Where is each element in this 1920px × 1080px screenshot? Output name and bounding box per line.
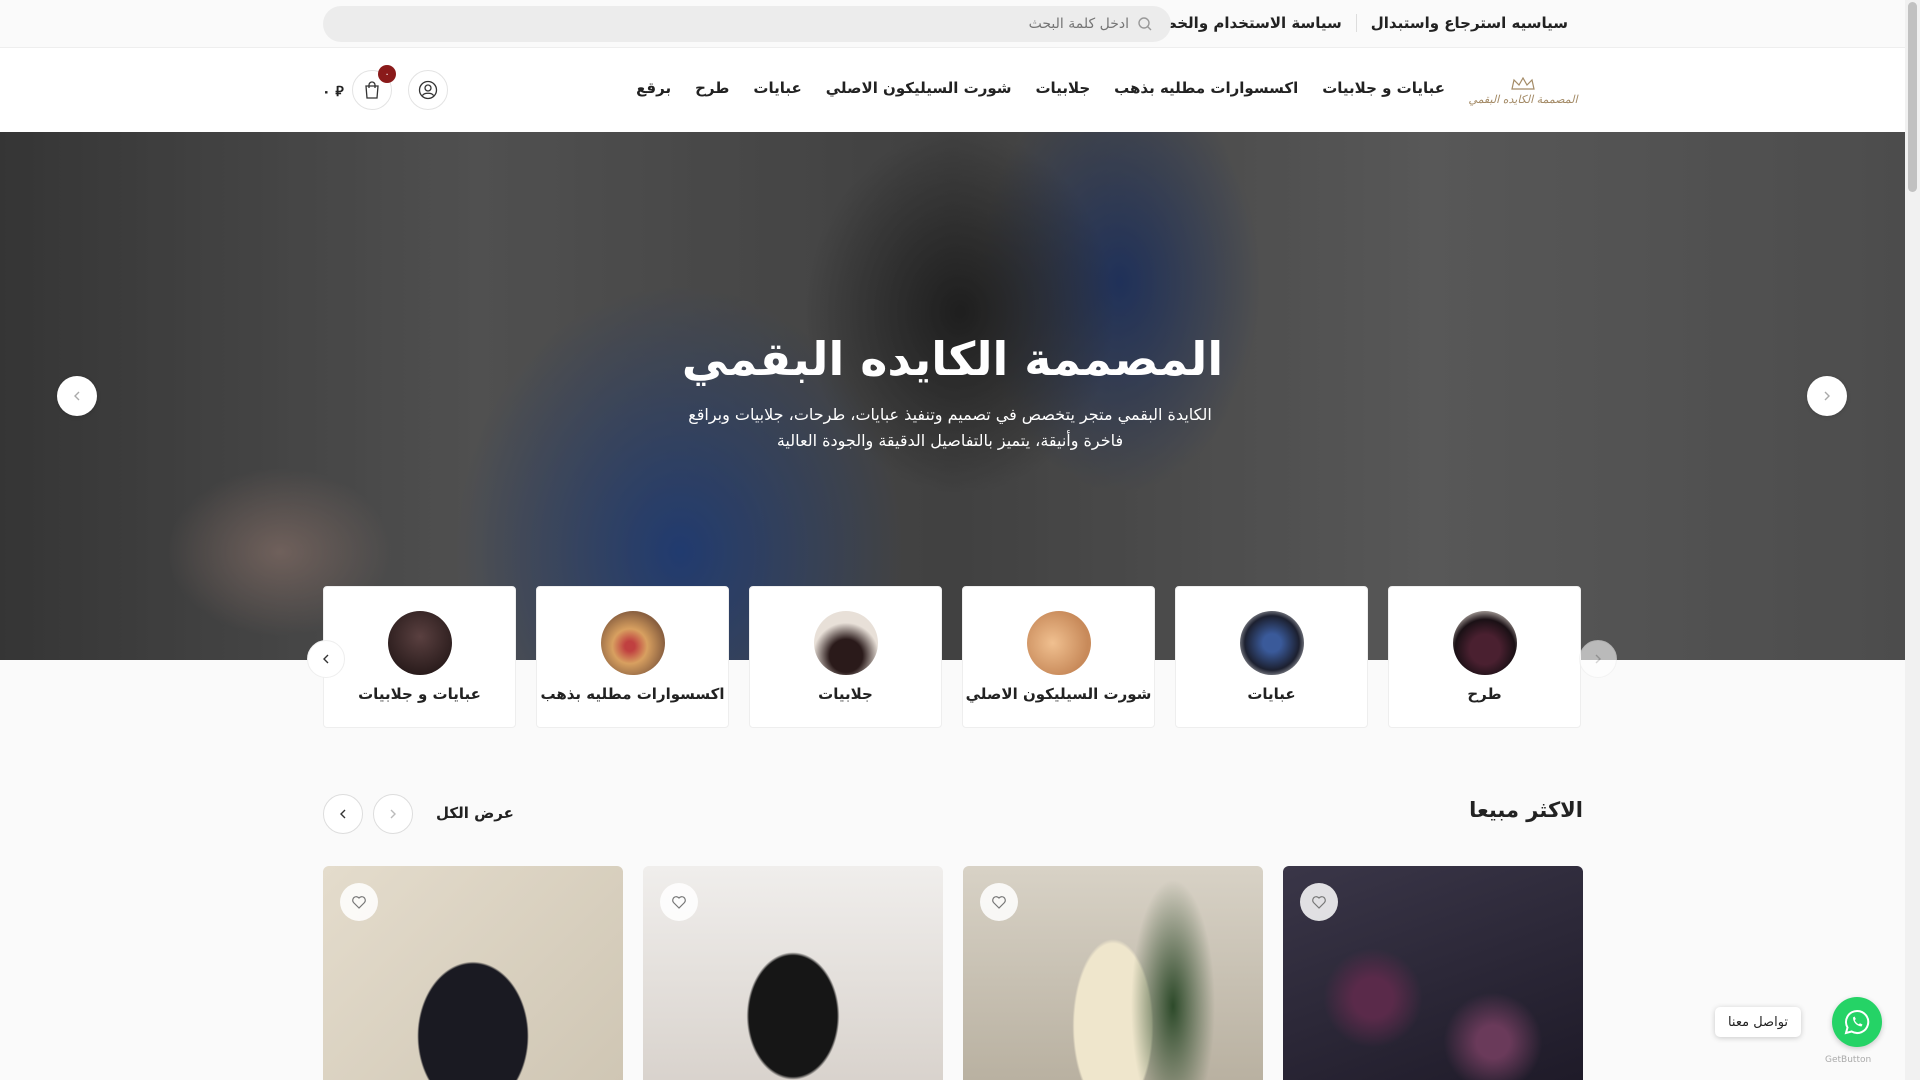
nav-item-scarves[interactable]: طرح: [695, 79, 729, 97]
product-card[interactable]: [1283, 866, 1583, 1080]
category-image: [813, 611, 878, 675]
main-nav: عبايات و جلابيات اكسسوارات مطليه بذهب جل…: [636, 79, 1445, 97]
category-label: شورت السيليكون الاصلي: [965, 685, 1152, 703]
divider: [1355, 14, 1357, 32]
wishlist-button[interactable]: [340, 883, 378, 921]
chevron-left-icon: [323, 654, 329, 664]
cart-count-badge: ٠: [378, 65, 396, 83]
wishlist-button[interactable]: [660, 883, 698, 921]
category-label: طرح: [1467, 685, 1502, 703]
nav-item-gold-accessories[interactable]: اكسسوارات مطليه بذهب: [1114, 79, 1298, 97]
hero-title: المصممة الكايده البقمي: [681, 332, 1224, 386]
category-card[interactable]: طرح: [1388, 586, 1581, 728]
category-card[interactable]: جلابيات: [749, 586, 942, 728]
search-bar[interactable]: [323, 6, 1171, 42]
bestsellers-next-button[interactable]: [323, 794, 363, 834]
search-input[interactable]: [349, 16, 1129, 32]
category-image: [600, 611, 665, 675]
nav-item-silicone-shorts[interactable]: شورت السيليكون الاصلي: [826, 79, 1012, 97]
hero-next-button[interactable]: [1807, 376, 1847, 416]
category-carousel: عبايات و جلابيات اكسسوارات مطليه بذهب جل…: [323, 586, 1583, 728]
account-button[interactable]: [408, 70, 448, 110]
scrollbar-thumb[interactable]: [1908, 2, 1917, 192]
logo-text: المصممة الكايده البقمي: [1468, 92, 1578, 106]
category-label: عبايات: [1247, 685, 1296, 703]
chevron-left-icon: [340, 809, 346, 819]
category-label: اكسسوارات مطليه بذهب: [540, 685, 725, 703]
section-title: الاكثر مبيعا: [1469, 798, 1583, 822]
bestsellers-prev-button[interactable]: [373, 794, 413, 834]
heart-icon: [672, 896, 686, 909]
category-label: جلابيات: [818, 685, 873, 703]
category-image: [387, 611, 452, 675]
category-card[interactable]: شورت السيليكون الاصلي: [962, 586, 1155, 728]
view-all-link[interactable]: عرض الكل: [436, 804, 514, 822]
store-logo[interactable]: المصممة الكايده البقمي: [1468, 68, 1578, 114]
heart-icon: [992, 896, 1006, 909]
category-image: [1026, 611, 1091, 675]
main-header: المصممة الكايده البقمي عبايات و جلابيات …: [0, 48, 1905, 132]
nav-item-jalabiyas[interactable]: جلابيات: [1035, 79, 1090, 97]
chevron-left-icon: [74, 391, 80, 401]
whatsapp-button[interactable]: [1832, 997, 1882, 1047]
cart-button[interactable]: ٠: [352, 65, 396, 110]
category-card[interactable]: عبايات و جلابيات: [323, 586, 516, 728]
return-policy-link[interactable]: سياسيه استرجاع واستبدال: [1371, 14, 1568, 32]
top-links: سياسيه استرجاع واستبدال سياسة الاستخدام …: [1123, 14, 1568, 32]
chevron-right-icon: [1595, 654, 1601, 664]
hero-description: الكايدة البقمي متجر يتخصص في تصميم وتنفي…: [688, 405, 1212, 450]
top-bar: سياسيه استرجاع واستبدال سياسة الاستخدام …: [0, 0, 1905, 48]
nav-item-burqa[interactable]: برقع: [636, 79, 671, 97]
category-prev-button[interactable]: [1579, 640, 1617, 678]
chevron-right-icon: [1824, 391, 1830, 401]
search-icon[interactable]: [1137, 16, 1153, 32]
heart-icon: [1312, 896, 1326, 909]
category-card[interactable]: اكسسوارات مطليه بذهب: [536, 586, 729, 728]
hero-prev-button[interactable]: [57, 376, 97, 416]
category-next-button[interactable]: [307, 640, 345, 678]
category-label: عبايات و جلابيات: [358, 685, 481, 703]
category-image: [1452, 611, 1517, 675]
product-card[interactable]: [643, 866, 943, 1080]
getbutton-credit[interactable]: GetButton: [1825, 1055, 1871, 1065]
shopping-bag-icon: [365, 81, 379, 99]
hero-banner: المصممة الكايده البقمي الكايدة البقمي مت…: [0, 132, 1905, 660]
category-card[interactable]: عبايات: [1175, 586, 1368, 728]
wishlist-button[interactable]: [980, 883, 1018, 921]
nav-item-abayas[interactable]: عبايات: [753, 79, 801, 97]
heart-icon: [352, 896, 366, 909]
product-card[interactable]: [323, 866, 623, 1080]
user-icon: [418, 80, 438, 100]
page-scrollbar[interactable]: [1905, 0, 1920, 1080]
wishlist-button[interactable]: [1300, 883, 1338, 921]
hero-overlay: [0, 132, 1905, 660]
crown-icon: [1511, 76, 1535, 90]
nav-item-abayas-jalabiyas[interactable]: عبايات و جلابيات: [1322, 79, 1445, 97]
chevron-right-icon: [390, 809, 396, 819]
product-list: [323, 866, 1583, 1080]
cart-total: ٠ ⃁: [322, 84, 344, 100]
whatsapp-icon: [1844, 1009, 1870, 1035]
whatsapp-label[interactable]: تواصل معنا: [1715, 1007, 1801, 1037]
product-card[interactable]: [963, 866, 1263, 1080]
category-image: [1239, 611, 1304, 675]
